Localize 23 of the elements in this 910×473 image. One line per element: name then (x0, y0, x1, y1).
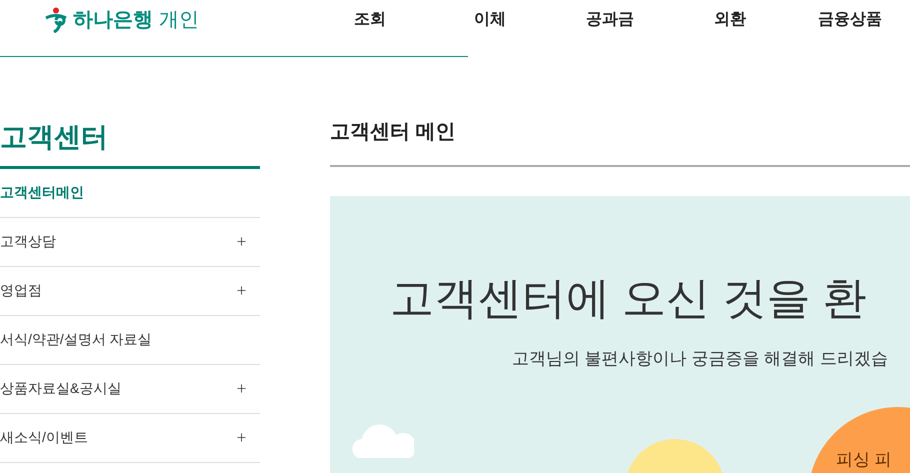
sidebar-title: 고객센터 (0, 117, 260, 168)
sidebar-item[interactable]: 서식/약관/설명서 자료실 (0, 316, 260, 364)
nav-link[interactable]: 금융상품 (790, 8, 910, 32)
sidebar-item[interactable]: 상품자료실&공시실 (0, 364, 260, 414)
page-title: 고객센터 메인 (330, 120, 457, 145)
circle-text: 피싱 피 (836, 449, 892, 471)
nav-link[interactable]: 이체 (430, 8, 550, 32)
expand-icon (235, 284, 248, 297)
sidebar-item[interactable]: 영업점 (0, 266, 260, 316)
expand-icon (235, 382, 248, 395)
banner-headline: 고객센터에 오신 것을 환 (390, 273, 867, 325)
banner-subtitle: 고객님의 불편사항이나 궁금증을 해결해 드리겠습 (512, 348, 888, 370)
logo-icon (45, 7, 67, 33)
section-label[interactable]: 개인 (159, 5, 199, 35)
nav-link[interactable]: 공과금 (550, 8, 670, 32)
sidebar-item[interactable]: 고객센터메인 (0, 168, 260, 218)
sidebar-item[interactable]: 새소식/이벤트 (0, 414, 260, 462)
logo-text[interactable]: 하나은행 (73, 5, 153, 35)
nav-link[interactable]: 조회 (310, 8, 430, 32)
sidebar-item[interactable]: 고객상담 (0, 218, 260, 266)
nav-link[interactable]: 외환 (670, 8, 790, 32)
expand-icon (235, 431, 248, 444)
expand-icon (235, 235, 248, 248)
